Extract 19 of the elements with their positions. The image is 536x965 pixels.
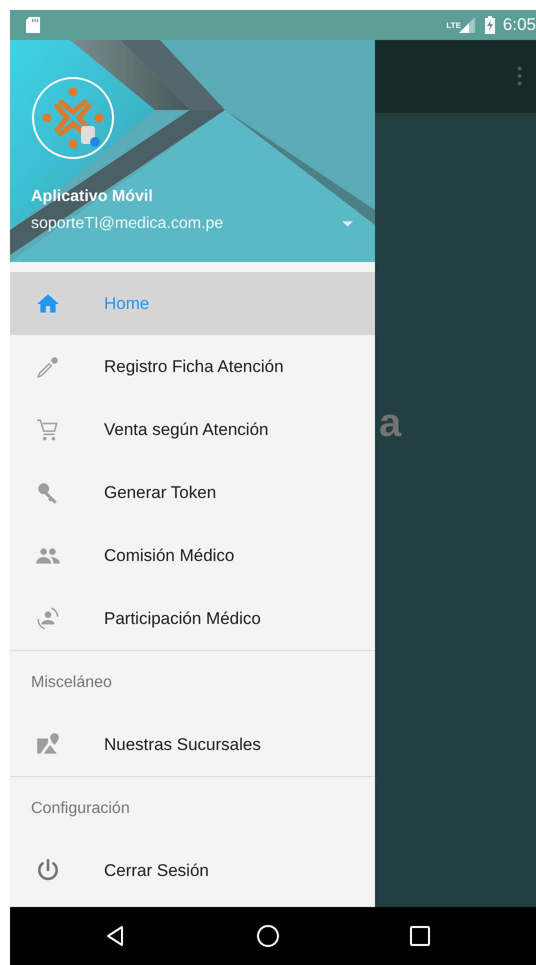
menu-item[interactable]: Registro Ficha Atención xyxy=(10,335,375,398)
section-title: Misceláneo xyxy=(30,673,113,693)
menu-item[interactable]: Nuestras Sucursales xyxy=(10,713,375,776)
menu-item[interactable]: Cerrar Sesión xyxy=(10,839,375,902)
menu-item[interactable]: Participación Médico xyxy=(10,587,375,650)
logo-icon xyxy=(31,76,115,160)
clock-time: 6:05 xyxy=(502,15,536,35)
section-title: Configuración xyxy=(30,799,131,819)
menu-item[interactable]: Comisión Médico xyxy=(10,524,375,587)
menu-item[interactable]: Generar Token xyxy=(10,461,375,524)
recents-icon[interactable] xyxy=(408,924,432,948)
screen-title-fragment: a xyxy=(379,401,402,445)
network-type: LTE xyxy=(446,21,461,30)
person-rotate-icon xyxy=(35,606,61,632)
battery-charging-icon xyxy=(484,16,495,34)
account-name: Aplicativo Móvil xyxy=(31,188,154,206)
sd-card-icon xyxy=(26,17,40,33)
menu-item[interactable]: Venta según Atención xyxy=(10,398,375,461)
home-button-icon[interactable] xyxy=(256,924,280,948)
